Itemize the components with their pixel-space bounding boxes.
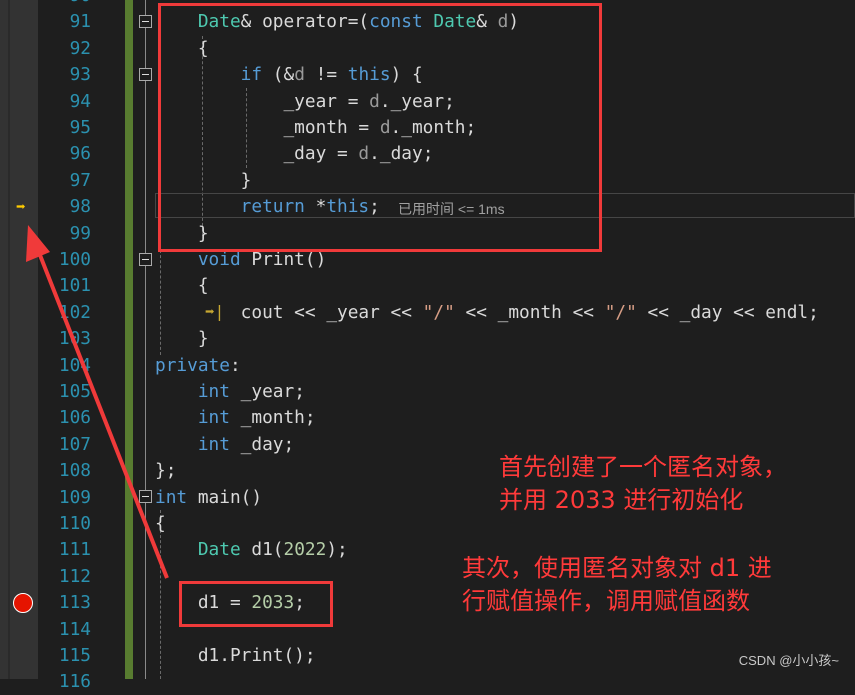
note-line: 首先创建了一个匿名对象， xyxy=(499,453,787,481)
annotation-note-2: 其次，使用匿名对象对 d1 进 行赋值操作，调用赋值函数 xyxy=(462,552,772,618)
note-line: 并用 2033 进行初始化 xyxy=(499,486,744,514)
annotation-note-1: 首先创建了一个匿名对象， 并用 2033 进行初始化 xyxy=(499,451,787,517)
watermark: CSDN @小小孩~ xyxy=(738,653,839,668)
note-line: 其次，使用匿名对象对 d1 进 xyxy=(462,554,772,582)
note-line: 行赋值操作，调用赋值函数 xyxy=(462,587,750,615)
